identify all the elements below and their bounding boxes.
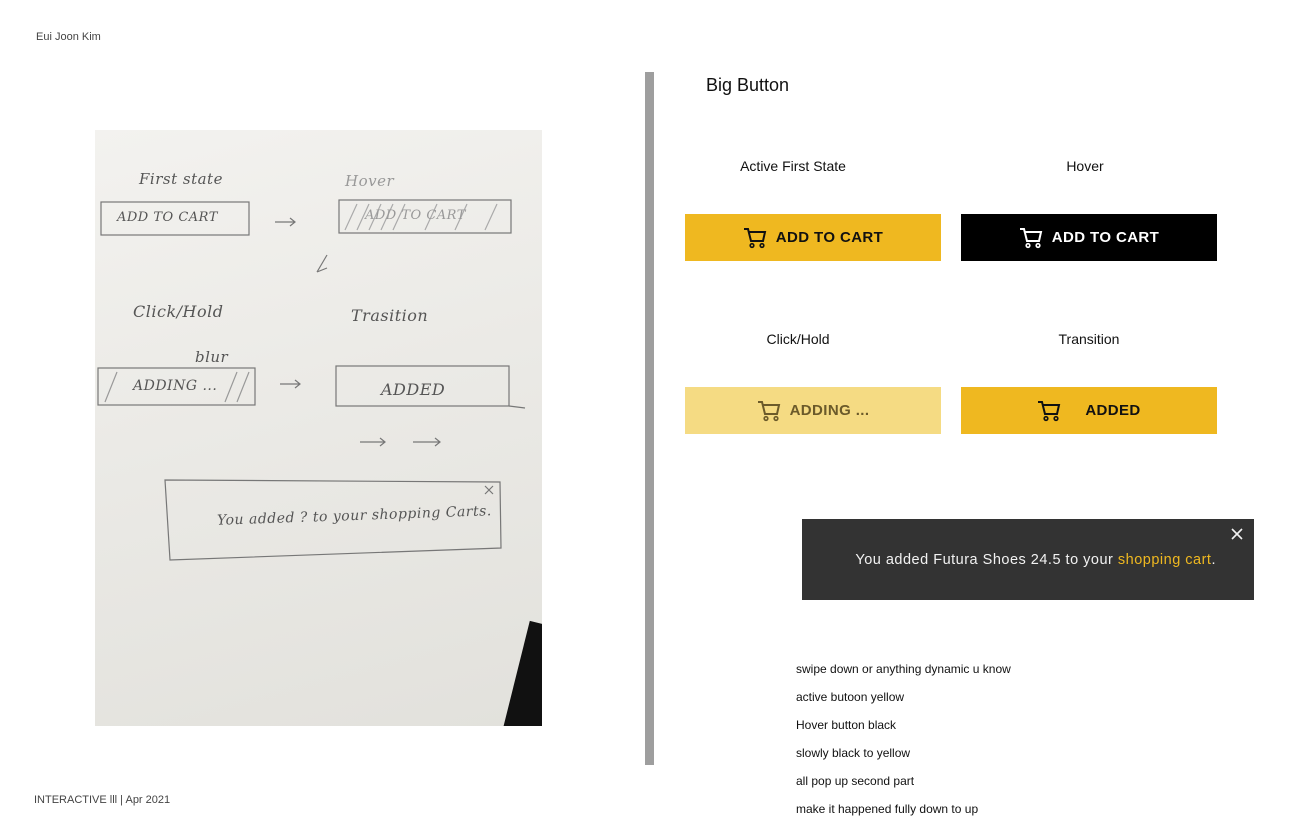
sketch-photo: First state ADD TO CART Hover ADD TO CAR… [95, 130, 542, 726]
shopping-cart-link[interactable]: shopping cart [1118, 552, 1212, 568]
cart-icon [757, 400, 780, 421]
footer-text: INTERACTIVE lll | Apr 2021 [34, 794, 171, 806]
note-item: slowly black to yellow [796, 746, 911, 760]
state-label-hover: Hover [1066, 158, 1104, 174]
sketch-label-first-state: First state [139, 170, 223, 188]
note-item: Hover button black [796, 718, 897, 732]
button-label: ADDING ... [789, 402, 870, 419]
cart-icon [743, 227, 767, 248]
sketch-button-adding: ADDING ... [133, 378, 218, 394]
note-item: active butoon yellow [796, 690, 905, 704]
section-title: Big Button [706, 75, 790, 95]
sketch-button-hover: ADD TO CART [365, 208, 466, 223]
state-label-active: Active First State [740, 158, 846, 174]
add-to-cart-button-hover[interactable]: ADD TO CART [961, 214, 1217, 261]
note-item: make it happened fully down to up [796, 802, 979, 816]
button-label: ADD TO CART [775, 229, 884, 246]
sketch-label-click-hold: Click/Hold [133, 302, 224, 321]
state-label-transition: Transition [1058, 331, 1120, 347]
sketch-label-blur: blur [195, 348, 229, 366]
toast-message: You added Futura Shoes 24.5 to your shop… [855, 552, 1216, 568]
close-icon[interactable] [1230, 527, 1244, 541]
cart-icon [1019, 227, 1043, 248]
sketch-label-hover: Hover [345, 172, 395, 190]
button-label: ADDED [1085, 402, 1141, 419]
sketch-label-transition: Trasition [351, 306, 429, 325]
notes-list: swipe down or anything dynamic u know ac… [796, 661, 1011, 829]
state-label-click-hold: Click/Hold [766, 331, 830, 347]
adding-button-click-hold[interactable]: ADDING ... [685, 387, 941, 434]
cart-toast-notification: You added Futura Shoes 24.5 to your shop… [802, 519, 1254, 600]
toast-message-suffix: . [1211, 552, 1216, 568]
added-button-transition[interactable]: ADDED [961, 387, 1217, 434]
note-item: swipe down or anything dynamic u know [796, 662, 1011, 676]
author-name: Eui Joon Kim [36, 31, 101, 43]
cart-icon [1038, 400, 1061, 421]
note-item: all pop up second part [796, 774, 915, 788]
sketch-button-add-to-cart: ADD TO CART [117, 210, 218, 225]
add-to-cart-button-active[interactable]: ADD TO CART [685, 214, 941, 261]
toast-message-prefix: You added Futura Shoes 24.5 to your [855, 552, 1118, 568]
sketch-button-added: ADDED [381, 380, 446, 399]
button-label: ADD TO CART [1051, 229, 1160, 246]
vertical-divider [645, 72, 654, 765]
